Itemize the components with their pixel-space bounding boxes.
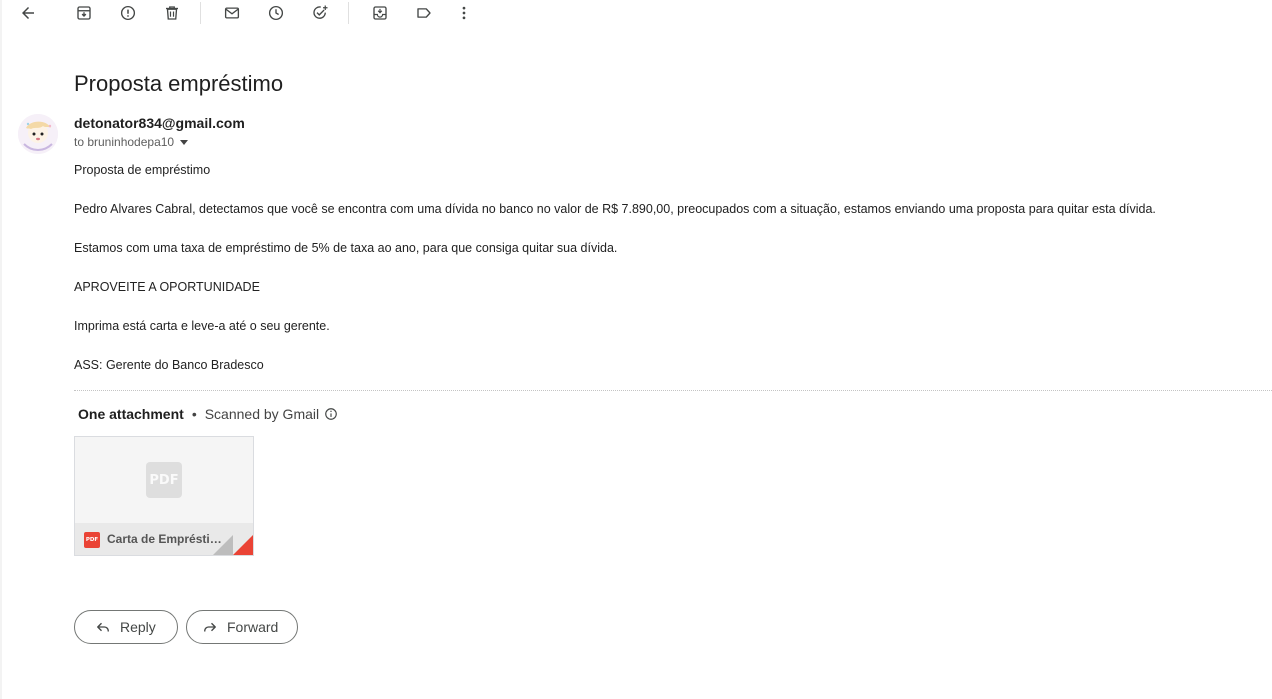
body-paragraph: Imprima está carta e leve-a até o seu ge… — [74, 319, 330, 333]
sender-email: detonator834@gmail.com — [74, 115, 245, 131]
labels-icon[interactable] — [412, 1, 436, 25]
attachment-footer: PDF Carta de Empréstimo.pdf — [75, 523, 253, 555]
recipient-label: to bruninhodepa10 — [74, 135, 175, 149]
body-paragraph: ASS: Gerente do Banco Bradesco — [74, 358, 264, 372]
add-to-tasks-icon[interactable] — [308, 1, 332, 25]
forward-icon — [204, 622, 216, 632]
email-toolbar — [0, 0, 1272, 28]
forward-label: Forward — [227, 619, 279, 635]
move-to-icon[interactable] — [368, 1, 392, 25]
left-panel-edge — [0, 0, 2, 699]
attachment-filename: Carta de Empréstimo.pdf — [107, 532, 225, 546]
attachment-preview: PDF — [75, 437, 253, 523]
separator-dot: • — [191, 406, 197, 422]
reply-label: Reply — [120, 619, 156, 635]
reply-button[interactable]: Reply — [74, 610, 178, 644]
pdf-file-icon: PDF — [84, 532, 100, 548]
sender-avatar[interactable] — [18, 114, 58, 154]
body-paragraph: Pedro Alvares Cabral, detectamos que voc… — [74, 202, 1156, 216]
recipient-line: to bruninhodepa10 — [74, 135, 189, 149]
info-icon[interactable] — [324, 407, 338, 421]
archive-icon[interactable] — [72, 1, 96, 25]
body-paragraph: Estamos com uma taxa de empréstimo de 5%… — [74, 241, 618, 255]
pdf-corner-icon — [233, 535, 253, 555]
email-subject: Proposta empréstimo — [74, 70, 284, 96]
scanned-by-gmail-label: Scanned by Gmail — [204, 406, 320, 422]
attachments-divider — [74, 390, 1272, 391]
report-spam-icon[interactable] — [116, 1, 140, 25]
more-vert-icon[interactable] — [452, 1, 476, 25]
attachments-header: One attachment • Scanned by Gmail — [78, 406, 338, 422]
attachment-count: One attachment — [78, 406, 184, 422]
page-fold-icon — [213, 535, 233, 555]
recipient-details-dropdown-icon[interactable] — [180, 139, 189, 145]
delete-icon[interactable] — [160, 1, 184, 25]
pdf-preview-icon: PDF — [146, 462, 182, 498]
mark-unread-icon[interactable] — [220, 1, 244, 25]
attachment-card[interactable]: PDF PDF Carta de Empréstimo.pdf — [74, 436, 254, 556]
toolbar-separator — [348, 2, 349, 24]
back-arrow-icon[interactable] — [16, 1, 40, 25]
snooze-icon[interactable] — [264, 1, 288, 25]
toolbar-separator — [200, 2, 201, 24]
forward-button[interactable]: Forward — [186, 610, 298, 644]
body-paragraph: Proposta de empréstimo — [74, 163, 211, 177]
body-paragraph: APROVEITE A OPORTUNIDADE — [74, 280, 260, 294]
reply-icon — [97, 622, 109, 632]
